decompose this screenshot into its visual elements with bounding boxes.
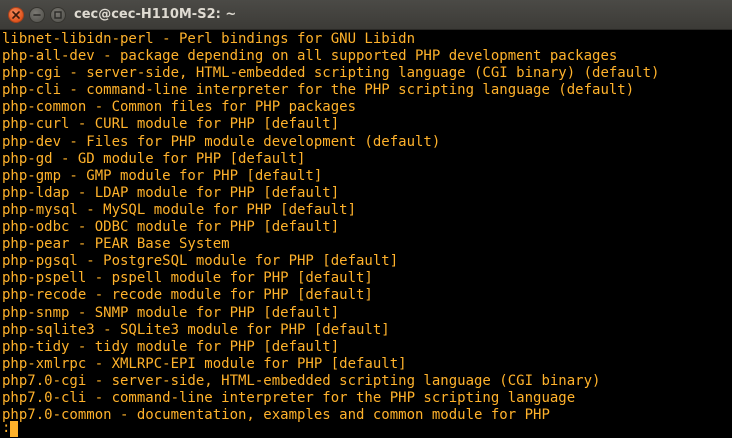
- terminal-line: php-common - Common files for PHP packag…: [2, 99, 357, 116]
- terminal-line: php-curl - CURL module for PHP [default]: [2, 116, 340, 133]
- terminal-output[interactable]: libnet-libidn-perl - Perl bindings for G…: [2, 31, 730, 436]
- terminal-line: php-snmp - SNMP module for PHP [default]: [2, 304, 340, 321]
- close-icon: [12, 11, 20, 19]
- terminal-line: php-dev - Files for PHP module developme…: [2, 133, 441, 150]
- terminal-line: php7.0-cli - command-line interpreter fo…: [2, 389, 576, 406]
- window-title: cec@cec-H110M-S2: ~: [74, 7, 237, 22]
- pager-prompt-text: :: [2, 420, 11, 436]
- minimize-icon: [33, 14, 41, 16]
- terminal-line: php-cli - command-line interpreter for t…: [2, 82, 635, 99]
- terminal-line: php-gmp - GMP module for PHP [default]: [2, 167, 323, 184]
- terminal-line: php-all-dev - package depending on all s…: [2, 48, 618, 65]
- terminal-line: php-cgi - server-side, HTML-embedded scr…: [2, 65, 660, 82]
- terminal-line: php-mysql - MySQL module for PHP [defaul…: [2, 201, 357, 218]
- terminal-line: php7.0-common - documentation, examples …: [2, 407, 550, 424]
- terminal-window: cec@cec-H110M-S2: ~ libnet-libidn-perl -…: [0, 0, 732, 438]
- text-cursor: [10, 421, 19, 437]
- title-bar[interactable]: cec@cec-H110M-S2: ~: [0, 0, 732, 30]
- terminal-line: php-sqlite3 - SQLite3 module for PHP [de…: [2, 321, 390, 338]
- minimize-button[interactable]: [29, 7, 45, 23]
- terminal-line: php-recode - recode module for PHP [defa…: [2, 287, 373, 304]
- pager-prompt[interactable]: :: [2, 420, 19, 437]
- terminal-line: php7.0-cgi - server-side, HTML-embedded …: [2, 372, 601, 389]
- maximize-button[interactable]: [50, 7, 66, 23]
- terminal-line: php-pgsql - PostgreSQL module for PHP [d…: [2, 253, 399, 270]
- terminal-line: php-xmlrpc - XMLRPC-EPI module for PHP […: [2, 355, 407, 372]
- terminal-line: php-ldap - LDAP module for PHP [default]: [2, 184, 340, 201]
- terminal-line: php-gd - GD module for PHP [default]: [2, 150, 306, 167]
- maximize-icon: [54, 11, 62, 19]
- terminal-line: libnet-libidn-perl - Perl bindings for G…: [2, 31, 416, 47]
- terminal-line: php-odbc - ODBC module for PHP [default]: [2, 219, 340, 236]
- terminal-line: php-pspell - pspell module for PHP [defa…: [2, 270, 373, 287]
- close-button[interactable]: [8, 7, 24, 23]
- terminal-line: php-tidy - tidy module for PHP [default]: [2, 338, 340, 355]
- terminal-line: php-pear - PEAR Base System: [2, 236, 230, 253]
